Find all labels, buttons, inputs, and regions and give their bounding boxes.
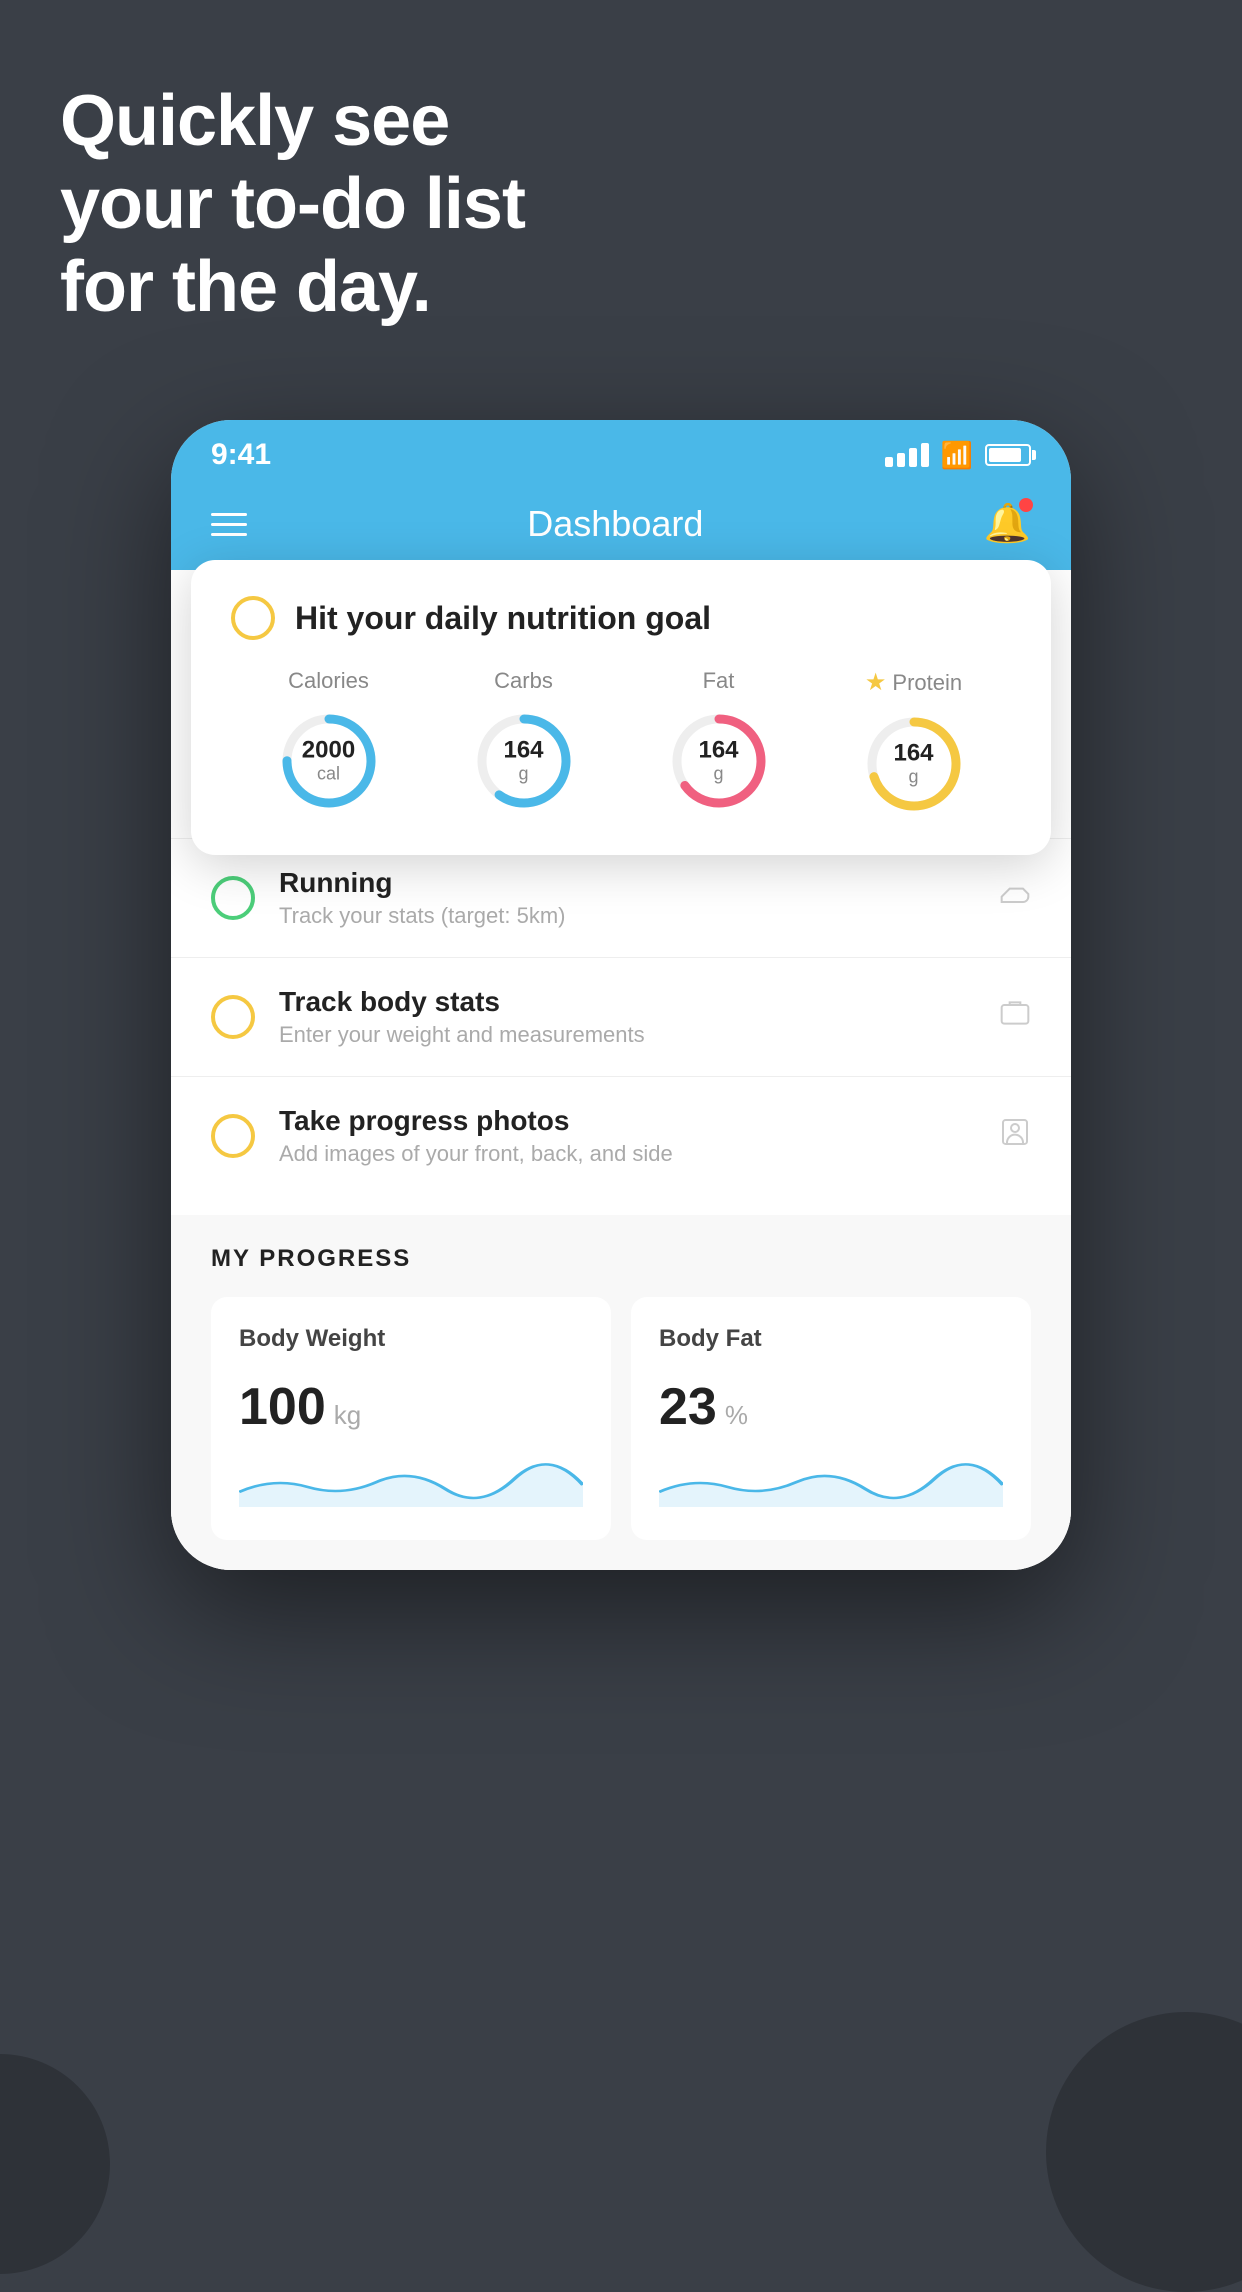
progress-big-value-0: 100: [239, 1377, 326, 1437]
mini-chart-0: [239, 1457, 583, 1507]
progress-unit-1: %: [725, 1400, 748, 1431]
donut-center-fat: 164 g: [698, 737, 738, 784]
hero-text: Quickly see your to-do list for the day.: [60, 80, 525, 328]
donut-center-calories: 2000 cal: [302, 737, 355, 784]
signal-bar-1: [885, 457, 893, 467]
todo-text-0: Running Track your stats (target: 5km): [279, 867, 975, 929]
nutrition-checkbox[interactable]: [231, 596, 275, 640]
progress-unit-0: kg: [334, 1400, 361, 1431]
todo-list: Running Track your stats (target: 5km) T…: [171, 838, 1071, 1195]
donut-unit-fat: g: [698, 764, 738, 785]
nutrition-card: Hit your daily nutrition goal Calories 2…: [191, 560, 1051, 855]
progress-value-row-1: 23 %: [659, 1377, 1003, 1437]
signal-bar-3: [909, 448, 917, 467]
wifi-icon: 📶: [941, 440, 973, 471]
donut-center-carbs: 164 g: [503, 737, 543, 784]
donut-center-protein: 164 g: [893, 740, 933, 787]
todo-checkbox-2[interactable]: [211, 1114, 255, 1158]
signal-bar-2: [897, 453, 905, 467]
donut-ring-carbs: 164 g: [469, 706, 579, 816]
star-icon: ★: [865, 668, 887, 697]
mini-chart-1: [659, 1457, 1003, 1507]
todo-subtitle-0: Track your stats (target: 5km): [279, 903, 975, 929]
donut-value-calories: 2000: [302, 737, 355, 763]
nutrition-card-title: Hit your daily nutrition goal: [295, 600, 711, 637]
nutrition-circles: Calories 2000 cal Carbs 164 g Fat: [231, 668, 1011, 819]
bell-button[interactable]: 🔔: [984, 502, 1031, 546]
nutrition-label-calories: Calories: [288, 668, 369, 694]
notification-dot: [1019, 498, 1033, 512]
nutrition-label-protein: ★Protein: [865, 668, 962, 697]
nutrition-item-fat: Fat 164 g: [664, 668, 774, 819]
donut-value-carbs: 164: [503, 737, 543, 763]
nutrition-item-calories: Calories 2000 cal: [274, 668, 384, 819]
donut-unit-protein: g: [893, 767, 933, 788]
donut-ring-protein: 164 g: [859, 709, 969, 819]
hamburger-line-1: [211, 513, 247, 516]
donut-ring-calories: 2000 cal: [274, 706, 384, 816]
todo-text-2: Take progress photos Add images of your …: [279, 1105, 975, 1167]
signal-bars-icon: [885, 443, 929, 467]
nutrition-item-carbs: Carbs 164 g: [469, 668, 579, 819]
scale-icon: [999, 997, 1031, 1037]
card-header: Hit your daily nutrition goal: [231, 596, 1011, 640]
status-bar: 9:41 📶: [171, 420, 1071, 482]
todo-title-1: Track body stats: [279, 986, 975, 1018]
progress-card-title-1: Body Fat: [659, 1325, 1003, 1353]
nutrition-item-protein: ★Protein 164 g: [859, 668, 969, 819]
progress-card-0[interactable]: Body Weight 100 kg: [211, 1297, 611, 1540]
hero-line-2: your to-do list: [60, 163, 525, 246]
todo-subtitle-2: Add images of your front, back, and side: [279, 1141, 975, 1167]
bg-circle-right: [1046, 2012, 1242, 2292]
progress-section: MY PROGRESS Body Weight 100 kg Body Fat …: [171, 1215, 1071, 1570]
person-icon: [999, 1116, 1031, 1156]
todo-title-0: Running: [279, 867, 975, 899]
hamburger-line-3: [211, 533, 247, 536]
hero-line-1: Quickly see: [60, 80, 525, 163]
hamburger-button[interactable]: [211, 513, 247, 536]
todo-item-0[interactable]: Running Track your stats (target: 5km): [171, 838, 1071, 957]
content-area: THINGS TO DO TODAY Hit your daily nutrit…: [171, 570, 1071, 1570]
todo-title-2: Take progress photos: [279, 1105, 975, 1137]
progress-cards: Body Weight 100 kg Body Fat 23 %: [211, 1297, 1031, 1540]
phone-wrapper: 9:41 📶 Dashboard: [171, 420, 1071, 1570]
donut-unit-calories: cal: [302, 764, 355, 785]
donut-unit-carbs: g: [503, 764, 543, 785]
hamburger-line-2: [211, 523, 247, 526]
todo-item-1[interactable]: Track body stats Enter your weight and m…: [171, 957, 1071, 1076]
todo-item-2[interactable]: Take progress photos Add images of your …: [171, 1076, 1071, 1195]
nutrition-label-carbs: Carbs: [494, 668, 553, 694]
hero-line-3: for the day.: [60, 246, 525, 329]
status-time: 9:41: [211, 438, 271, 472]
nutrition-label-fat: Fat: [703, 668, 735, 694]
nav-bar: Dashboard 🔔: [171, 482, 1071, 570]
phone: 9:41 📶 Dashboard: [171, 420, 1071, 1570]
donut-value-protein: 164: [893, 740, 933, 766]
donut-value-fat: 164: [698, 737, 738, 763]
progress-big-value-1: 23: [659, 1377, 717, 1437]
progress-header: MY PROGRESS: [211, 1245, 1031, 1273]
todo-checkbox-1[interactable]: [211, 995, 255, 1039]
progress-card-title-0: Body Weight: [239, 1325, 583, 1353]
todo-checkbox-0[interactable]: [211, 876, 255, 920]
status-icons: 📶: [885, 440, 1031, 471]
battery-fill: [989, 448, 1021, 462]
nav-title: Dashboard: [527, 503, 703, 545]
battery-icon: [985, 444, 1031, 466]
shoe-icon: [999, 878, 1031, 918]
progress-card-1[interactable]: Body Fat 23 %: [631, 1297, 1031, 1540]
donut-ring-fat: 164 g: [664, 706, 774, 816]
bg-circle-left: [0, 2054, 110, 2274]
signal-bar-4: [921, 443, 929, 467]
todo-subtitle-1: Enter your weight and measurements: [279, 1022, 975, 1048]
progress-value-row-0: 100 kg: [239, 1377, 583, 1437]
todo-text-1: Track body stats Enter your weight and m…: [279, 986, 975, 1048]
